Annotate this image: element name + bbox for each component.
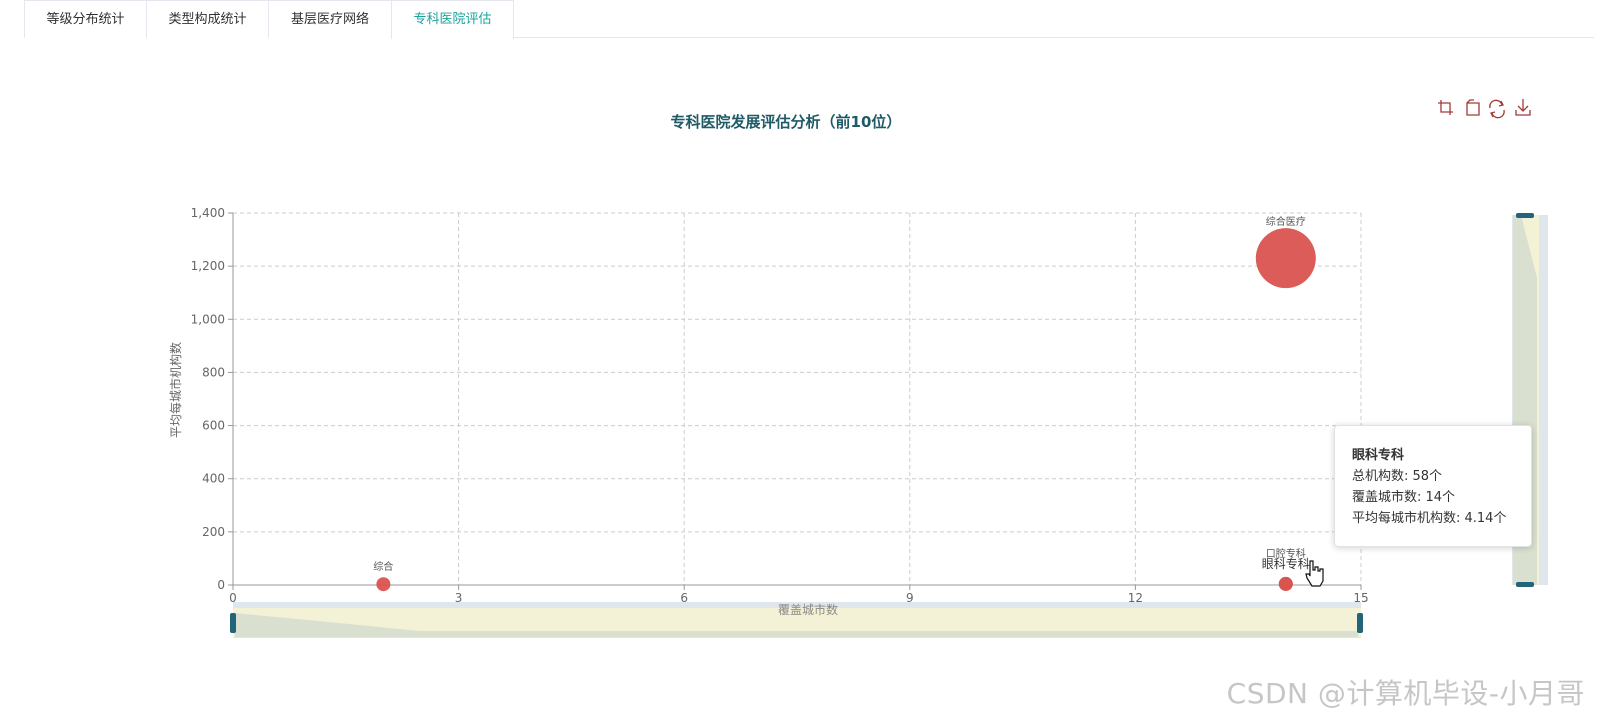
point-label: 综合医疗 xyxy=(1266,215,1306,228)
y-tick-label: 0 xyxy=(217,578,225,592)
y-axis-label: 平均每城市机构数 xyxy=(168,342,183,438)
y-tick-label: 800 xyxy=(202,365,225,379)
chart-area: 专科医院发展评估分析（前10位） 0 200 400 600 800 1,000 1,200… xyxy=(168,99,1548,638)
y-slider-bottom-handle[interactable] xyxy=(1516,582,1534,587)
tooltip-covered-cities: 覆盖城市数: 14个 xyxy=(1352,490,1456,505)
bubble-point[interactable] xyxy=(376,577,391,592)
download-icon[interactable] xyxy=(1515,99,1531,116)
y-tick-label: 1,000 xyxy=(191,312,225,326)
bubble-point[interactable] xyxy=(1255,228,1316,289)
zoom-reset-icon[interactable] xyxy=(1466,99,1480,116)
tooltip-total-institutions: 总机构数: 58个 xyxy=(1352,469,1443,484)
y-tick-label: 1,400 xyxy=(191,206,225,220)
tooltip-title: 眼科专科 xyxy=(1352,448,1405,463)
x-axis-label: 覆盖城市数 xyxy=(778,602,838,617)
x-slider-right-handle[interactable] xyxy=(1357,613,1363,633)
toolbox xyxy=(1438,99,1531,119)
grid xyxy=(232,212,1362,586)
y-tick-label: 200 xyxy=(202,525,225,539)
bubble-point[interactable] xyxy=(1278,576,1293,591)
y-tick-label: 600 xyxy=(202,419,225,433)
zoom-icon[interactable] xyxy=(1438,100,1453,115)
refresh-icon[interactable] xyxy=(1489,99,1505,119)
watermark: CSDN @计算机毕设-小月哥 xyxy=(1226,677,1585,710)
chart-title: 专科医院发展评估分析（前10位） xyxy=(671,113,902,131)
data-tooltip: 眼科专科 总机构数: 58个 覆盖城市数: 14个 平均每城市机构数: 4.14… xyxy=(1334,425,1532,547)
y-tick-label: 1,200 xyxy=(191,259,225,273)
y-slider-top-handle[interactable] xyxy=(1516,213,1534,218)
point-label: 眼科专科 xyxy=(1262,556,1310,571)
data-points: 综合医疗综合口腔专科眼科专科 xyxy=(373,215,1316,592)
tooltip-avg-per-city: 平均每城市机构数: 4.14个 xyxy=(1352,511,1507,526)
point-label: 综合 xyxy=(373,560,393,573)
y-tick-label: 400 xyxy=(202,472,225,486)
x-slider-left-handle[interactable] xyxy=(230,613,236,633)
